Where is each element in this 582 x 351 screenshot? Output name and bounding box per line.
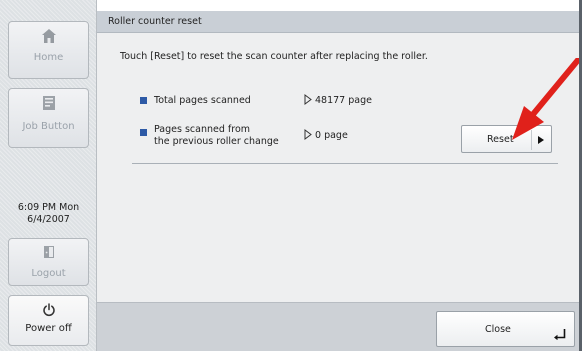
enter-icon: [554, 329, 566, 340]
job-button[interactable]: Job Button: [8, 88, 89, 148]
divider: [132, 163, 558, 164]
footer-bar: Close: [97, 302, 582, 351]
total-pages-value: 48177 page: [315, 95, 372, 106]
value-arrow-icon: [304, 129, 312, 140]
home-button[interactable]: Home: [8, 21, 89, 79]
panel-header: Roller counter reset: [97, 11, 582, 33]
pages-since-change-value: 0 page: [315, 130, 348, 141]
bullet-icon: [140, 97, 147, 104]
clock-time: 6:09 PM Mon: [17, 202, 80, 213]
pages-since-change-label-line1: Pages scanned from: [154, 124, 251, 135]
close-button-label: Close: [485, 324, 511, 335]
clock-date: 6/4/2007: [27, 214, 70, 225]
logout-button[interactable]: Logout: [8, 238, 89, 286]
close-button[interactable]: Close: [436, 311, 575, 347]
job-button-label: Job Button: [22, 121, 75, 132]
clock: 6:09 PM Mon 6/4/2007: [0, 202, 97, 226]
home-icon: [41, 29, 56, 43]
power-off-label: Power off: [25, 323, 72, 334]
logout-icon: [43, 246, 54, 258]
power-icon: [42, 303, 55, 317]
home-label: Home: [33, 52, 64, 63]
value-arrow-icon: [304, 94, 312, 105]
power-off-button[interactable]: Power off: [8, 295, 89, 346]
page-title: Roller counter reset: [108, 16, 202, 27]
sidebar: Home Job Button 6:09 PM Mon 6/4/2007 Log…: [0, 0, 97, 351]
pages-since-change-label-line2: the previous roller change: [154, 136, 279, 147]
logout-label: Logout: [31, 268, 66, 279]
annotation-arrow-icon: [512, 58, 580, 140]
instruction-text: Touch [Reset] to reset the scan counter …: [120, 51, 428, 62]
bullet-icon: [140, 129, 147, 136]
job-icon: [42, 96, 55, 110]
total-pages-label: Total pages scanned: [154, 95, 251, 106]
